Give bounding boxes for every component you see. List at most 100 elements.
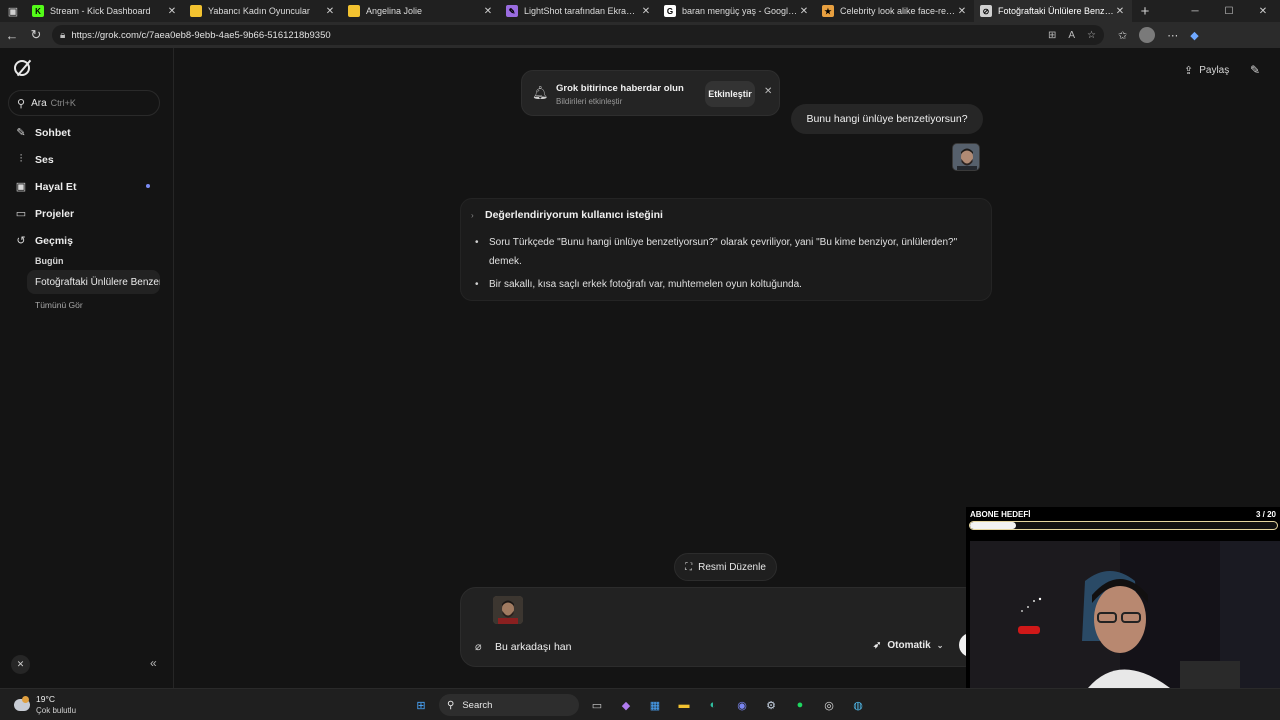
history-section-heading: Bugün <box>35 256 64 266</box>
edit-image-button[interactable]: ⛶ Resmi Düzenle <box>674 553 777 581</box>
collapse-sidebar-icon[interactable]: « <box>150 656 157 670</box>
edge-icon[interactable]: ◐ <box>702 694 724 716</box>
webcam-person-image <box>970 541 1280 688</box>
list-item: Bir sakallı, kısa saçlı erkek fotoğrafı … <box>475 275 975 294</box>
back-icon[interactable]: ← <box>0 28 24 43</box>
globe-app-icon[interactable]: ◍ <box>847 694 869 716</box>
close-window-icon[interactable]: ✕ <box>1246 6 1280 17</box>
enable-notifications-button[interactable]: Etkinleştir <box>705 81 755 107</box>
browser-tab-title: Fotoğraftaki Ünlülere Benzerlik A <box>998 6 1114 16</box>
message-input[interactable]: Bu arkadaşı han <box>495 641 571 653</box>
tab-actions-icon[interactable]: ▣ <box>0 0 26 22</box>
new-tab-button[interactable]: + <box>1132 3 1158 20</box>
attach-paperclip-icon[interactable]: ⌀ <box>475 640 482 653</box>
steam-icon[interactable]: ⚙ <box>760 694 782 716</box>
notification-prompt: 🔔︎ Grok bitirince haberdar olun Bildiril… <box>521 70 780 116</box>
stream-overlay: ABONE HEDEFİ 3 / 20 <box>966 507 1280 688</box>
taskbar-search[interactable]: ⚲ Search <box>439 694 579 716</box>
sidebar-item-label: Ses <box>35 153 54 166</box>
folder-icon: ▭ <box>15 208 27 220</box>
read-aloud-icon[interactable]: A <box>1068 30 1075 41</box>
subscriber-goal-count: 3 / 20 <box>1255 510 1276 519</box>
browser-tab[interactable]: K Stream - Kick Dashboard ✕ <box>26 0 184 22</box>
notification-title: Grok bitirince haberdar olun <box>556 83 684 94</box>
search-icon: ⚲ <box>17 97 26 110</box>
search-box[interactable]: ⚲ Ara Ctrl+K <box>8 90 160 116</box>
see-all-link[interactable]: Tümünü Gör <box>35 300 83 310</box>
lock-icon[interactable]: 🔒︎ <box>60 30 65 41</box>
user-message: Bunu hangi ünlüye benzetiyorsun? <box>791 104 983 134</box>
grok-logo-icon[interactable] <box>14 60 30 76</box>
chevron-right-icon[interactable]: › <box>471 211 474 220</box>
maximize-icon[interactable]: ☐ <box>1212 6 1246 17</box>
close-tab-icon[interactable]: ✕ <box>324 6 336 17</box>
feather-icon: ✎ <box>506 5 518 17</box>
close-icon[interactable]: ✕ <box>764 86 772 97</box>
taskbar-search-label: Search <box>462 699 493 711</box>
browser-tab-title: baran mengüç yaş - Google'da A <box>682 6 798 16</box>
discord-icon[interactable]: ◉ <box>731 694 753 716</box>
user-attachment-thumbnail[interactable] <box>952 143 980 171</box>
task-view-icon[interactable]: ▭ <box>586 694 608 716</box>
file-explorer-icon[interactable]: ▬ <box>673 694 695 716</box>
history-item[interactable]: Fotoğraftaki Ünlülere Benzerlik <box>27 270 160 294</box>
browser-tab[interactable]: Gbaran mengüç yaş - Google'da A✕ <box>658 0 816 22</box>
sidebar: ⚲ Ara Ctrl+K ✎ Sohbet ⫶ Ses ▣ Hayal Et ▭… <box>0 48 174 688</box>
favorite-star-icon[interactable]: ☆ <box>1087 30 1096 41</box>
message-composer: ⌀ Bu arkadaşı han ➶ Otomatik ⌄ <box>460 587 980 667</box>
star-icon: ★ <box>822 5 834 17</box>
webcam-feed <box>970 541 1280 688</box>
folder-icon <box>190 5 202 17</box>
close-tab-icon[interactable]: ✕ <box>798 6 810 17</box>
share-button[interactable]: ⇪ Paylaş <box>1184 64 1229 77</box>
copilot-taskbar-icon[interactable]: ◆ <box>615 694 637 716</box>
close-tab-icon[interactable]: ✕ <box>1114 6 1126 17</box>
account-icon[interactable]: ✕ <box>11 655 30 674</box>
close-tab-icon[interactable]: ✕ <box>482 6 494 17</box>
sidebar-item-sohbet[interactable]: ✎ Sohbet <box>14 126 70 140</box>
more-menu-icon[interactable]: ⋯ <box>1167 29 1178 42</box>
thinking-card[interactable]: › Değerlendiriyorum kullanıcı isteğini S… <box>460 198 992 301</box>
browser-tab[interactable]: ⊘ Fotoğraftaki Ünlülere Benzerlik A✕ <box>974 0 1132 22</box>
browser-tab-title: Yabancı Kadın Oyuncular <box>208 6 310 16</box>
store-icon[interactable]: ▦ <box>644 694 666 716</box>
obs-icon[interactable]: ◎ <box>818 694 840 716</box>
new-chat-icon[interactable]: ✎ <box>1250 63 1260 77</box>
sidebar-item-label: Projeler <box>35 207 75 220</box>
weather-widget[interactable]: 19°C Çok bulutlu <box>14 694 76 716</box>
weather-condition: Çok bulutlu <box>36 706 77 715</box>
favorites-icon[interactable]: ✩ <box>1118 29 1127 42</box>
close-tab-icon[interactable]: ✕ <box>956 6 968 17</box>
address-bar[interactable]: 🔒︎ https://grok.com/c/7aea0eb8-9ebb-4ae5… <box>52 25 1104 45</box>
browser-tab[interactable]: Yabancı Kadın Oyuncular ✕ <box>184 0 342 22</box>
app-install-icon[interactable]: ⊞ <box>1048 30 1056 41</box>
close-tab-icon[interactable]: ✕ <box>166 6 178 17</box>
browser-tab-strip: ▣ K Stream - Kick Dashboard ✕ Yabancı Kadın… <box>0 0 1280 22</box>
spotify-icon[interactable]: ● <box>789 694 811 716</box>
sidebar-item-projeler[interactable]: ▭ Projeler <box>14 207 75 221</box>
sidebar-item-hayal-et[interactable]: ▣ Hayal Et <box>14 180 77 194</box>
browser-tab[interactable]: ✎ LightShot tarafından Ekran Görü✕ <box>500 0 658 22</box>
browser-tab-title: Angelina Jolie <box>366 6 423 16</box>
windows-start-icon[interactable]: ⊞ <box>410 694 432 716</box>
refresh-icon[interactable]: ↻ <box>24 27 48 43</box>
attached-image-thumbnail[interactable] <box>493 596 523 624</box>
thinking-list: Soru Türkçede "Bunu hangi ünlüye benzeti… <box>475 233 975 298</box>
profile-avatar[interactable] <box>1139 27 1156 43</box>
browser-tab[interactable]: Angelina Jolie ✕ <box>342 0 500 22</box>
browser-tab[interactable]: ★ Celebrity look alike face-recogni ✕ <box>816 0 974 22</box>
sidebar-item-ses[interactable]: ⫶ Ses <box>14 153 54 166</box>
sidebar-item-gecmis[interactable]: ↺ Geçmiş <box>14 234 73 248</box>
voice-wave-icon: ⫶ <box>19 153 23 165</box>
browser-tab-title: Celebrity look alike face-recogni <box>840 6 956 16</box>
new-indicator-dot <box>146 184 150 188</box>
close-tab-icon[interactable]: ✕ <box>640 6 652 17</box>
person-photo-icon <box>493 596 523 624</box>
mode-selector[interactable]: ➶ Otomatik ⌄ <box>873 640 943 651</box>
cloudy-weather-icon <box>14 696 30 711</box>
browser-tab-title: LightShot tarafından Ekran Görü <box>524 6 640 16</box>
image-icon: ▣ <box>15 181 27 193</box>
minimize-icon[interactable]: ─ <box>1178 6 1212 17</box>
copilot-icon[interactable]: ◆ <box>1190 29 1198 42</box>
history-icon: ↺ <box>16 235 26 247</box>
